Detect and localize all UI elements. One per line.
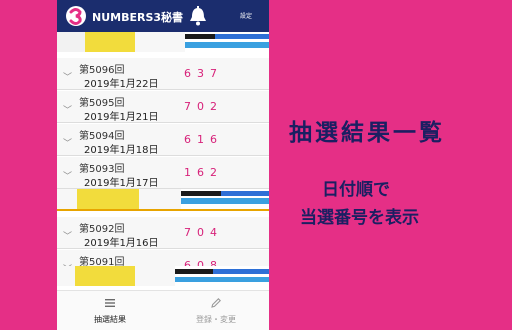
draw-number: 第5095回 (79, 98, 125, 109)
draw-number: 第5093回 (79, 164, 125, 175)
caption-line-2: 当選番号を表示 (300, 208, 419, 228)
draw-date: 2019年1月21日 (84, 112, 159, 123)
ad-banner-bottom[interactable] (57, 266, 269, 286)
caption-line-1: 日付順で (322, 180, 390, 200)
winning-numbers: 702 (184, 100, 223, 113)
list-icon (105, 299, 115, 307)
draw-number: 第5096回 (79, 65, 125, 76)
draw-number: 第5094回 (79, 131, 125, 142)
pencil-icon (211, 298, 221, 308)
chevron-down-icon: ﹀ (63, 139, 73, 149)
draw-date: 2019年1月22日 (84, 79, 159, 90)
winning-numbers: 162 (184, 166, 223, 179)
chevron-down-icon: ﹀ (63, 232, 73, 242)
winning-numbers: 616 (184, 133, 223, 146)
tab-register-label: 登録・変更 (196, 315, 236, 324)
notification-bell-icon[interactable] (188, 5, 208, 27)
tab-results-label: 抽選結果 (94, 315, 126, 324)
ad-banner-top[interactable] (57, 32, 269, 52)
app-title: NUMBERS3秘書 (92, 11, 184, 24)
app-bar: NUMBERS3秘書 設定 (57, 0, 269, 32)
result-row-5095[interactable]: ﹀ 第5095回 2019年1月21日 702 (57, 91, 269, 123)
settings-button[interactable]: 設定 (229, 9, 263, 25)
draw-date: 2019年1月16日 (84, 238, 159, 249)
phone-screen: NUMBERS3秘書 設定 ﹀ 第5096回 2019年1月22日 637 ﹀ … (57, 0, 269, 330)
ad-banner-middle[interactable] (57, 189, 269, 211)
caption-title: 抽選結果一覧 (289, 120, 445, 146)
chevron-down-icon: ﹀ (63, 106, 73, 116)
tab-results[interactable]: 抽選結果 (57, 295, 163, 329)
draw-date: 2019年1月17日 (84, 178, 159, 189)
chevron-down-icon: ﹀ (63, 172, 73, 182)
app-logo-icon (66, 6, 86, 26)
bottom-tab-bar: 抽選結果 登録・変更 (57, 290, 269, 330)
result-row-5092[interactable]: ﹀ 第5092回 2019年1月16日 704 (57, 217, 269, 249)
winning-numbers: 704 (184, 226, 223, 239)
chevron-down-icon: ﹀ (63, 73, 73, 83)
result-row-5096[interactable]: ﹀ 第5096回 2019年1月22日 637 (57, 58, 269, 90)
result-row-5094[interactable]: ﹀ 第5094回 2019年1月18日 616 (57, 124, 269, 156)
tab-register[interactable]: 登録・変更 (163, 295, 269, 329)
draw-number: 第5092回 (79, 224, 125, 235)
draw-date: 2019年1月18日 (84, 145, 159, 156)
winning-numbers: 637 (184, 67, 223, 80)
result-row-5093[interactable]: ﹀ 第5093回 2019年1月17日 162 (57, 157, 269, 189)
